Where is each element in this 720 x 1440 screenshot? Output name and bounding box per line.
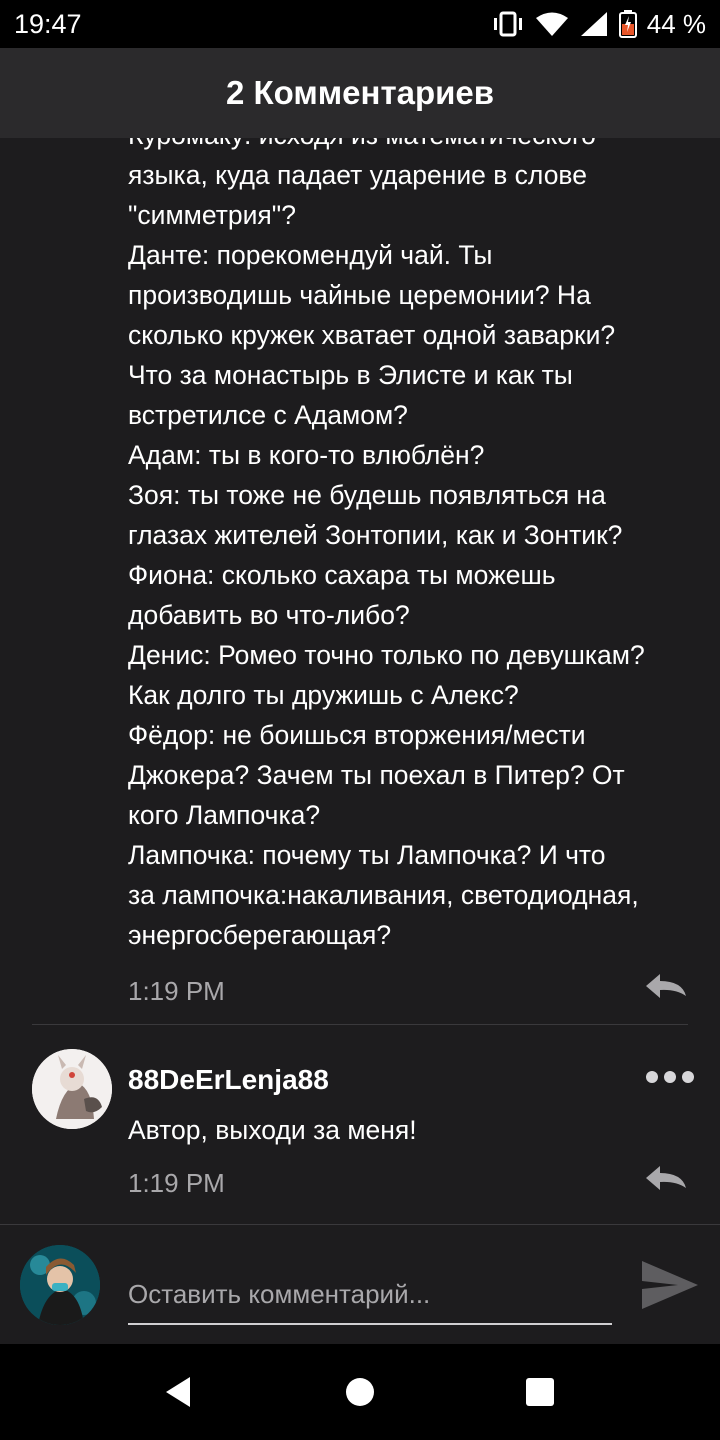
- vibrate-icon: [491, 11, 525, 37]
- comment-text-line: Как долго ты дружишь с Алекс?: [128, 680, 519, 710]
- comment-text-line: Зоя: ты тоже не будешь появляться на: [128, 480, 606, 510]
- comment-input[interactable]: [128, 1265, 612, 1325]
- user-avatar[interactable]: [20, 1245, 100, 1325]
- comment-text-line: Данте: порекомендуй чай. Ты: [128, 240, 493, 270]
- page-title: 2 Комментариев: [225, 74, 495, 111]
- battery-level: 44 %: [646, 8, 706, 39]
- comment-text-line: Джокера? Зачем ты поехал в Питер? От: [128, 760, 625, 790]
- home-icon[interactable]: [310, 1344, 410, 1440]
- comment-text-line: встретилсе с Адамом?: [128, 400, 408, 430]
- comment-text-line: Адам: ты в кого-то влюблён?: [128, 440, 485, 470]
- comment-text-line: энергосберегающая?: [128, 920, 392, 950]
- comment-text-line: языка, куда падает ударение в слове: [128, 160, 587, 190]
- wifi-icon: [535, 11, 569, 37]
- comment-text-line: "симметрия"?: [128, 200, 296, 230]
- divider: [32, 1024, 688, 1025]
- navigation-bar: [0, 1344, 720, 1440]
- comment-text: Куромаку: исходя из математического языка…: [128, 138, 698, 955]
- comment-text-line: сколько кружек хватает одной заварки?: [128, 320, 616, 350]
- battery-icon: [618, 10, 637, 38]
- comment-composer: [0, 1224, 720, 1344]
- comment-text-line: добавить во что-либо?: [128, 600, 410, 630]
- reply-icon[interactable]: [644, 1164, 688, 1197]
- reply-icon[interactable]: [644, 972, 688, 1005]
- comments-list[interactable]: Куромаку: исходя из математического языка…: [0, 138, 720, 1224]
- comment-text-line: Куромаку: исходя из математического: [128, 138, 698, 155]
- comment-text-line: Фёдор: не боишься вторжения/мести: [128, 720, 586, 750]
- more-options-icon[interactable]: [646, 1071, 694, 1083]
- comment-text: Автор, выходи за меня!: [128, 1115, 417, 1145]
- comment-timestamp: 1:19 PM: [128, 976, 225, 1006]
- app-header: 2 Комментариев: [0, 48, 720, 138]
- send-button[interactable]: [640, 1257, 700, 1313]
- comment-text-line: производишь чайные церемонии? На: [128, 280, 591, 310]
- signal-icon: [579, 11, 609, 37]
- status-icons: 44 %: [491, 9, 706, 40]
- comment-text-line: кого Лампочка?: [128, 800, 321, 830]
- comment-text-line: Денис: Ромео точно только по девушкам?: [128, 640, 645, 670]
- comment-text-line: Лампочка: почему ты Лампочка? И что: [128, 840, 606, 870]
- recents-icon[interactable]: [490, 1344, 590, 1440]
- comment-text-line: Что за монастырь в Элисте и как ты: [128, 360, 573, 390]
- comment-text-line: за лампочка:накаливания, светодиодная,: [128, 880, 639, 910]
- comment-text-line: глазах жителей Зонтопии, как и Зонтик?: [128, 520, 623, 550]
- comment-timestamp: 1:19 PM: [128, 1168, 225, 1198]
- back-icon[interactable]: [128, 1344, 228, 1440]
- avatar[interactable]: [32, 1049, 112, 1129]
- status-time: 19:47: [14, 8, 82, 39]
- status-bar: 19:47 44 %: [0, 0, 720, 48]
- comment-author[interactable]: 88DeErLenja88: [128, 1064, 329, 1096]
- comment-text-line: Фиона: сколько сахара ты можешь: [128, 560, 556, 590]
